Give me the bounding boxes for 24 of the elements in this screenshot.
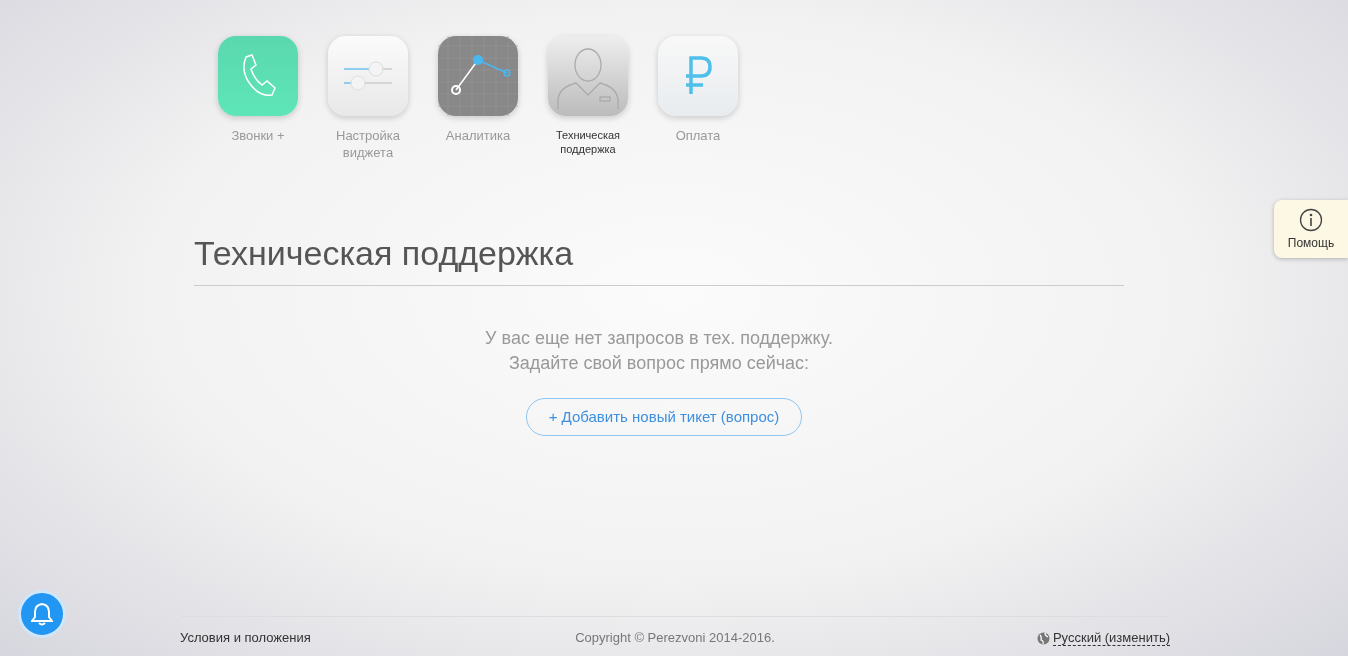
nav-label[interactable]: Звонки + [218, 128, 298, 145]
sliders-icon [342, 59, 394, 93]
nav-tile[interactable] [218, 36, 298, 116]
nav-label[interactable]: Техническая поддержка [553, 128, 623, 157]
terms-link[interactable]: Условия и положения [180, 630, 311, 646]
nav-tile[interactable] [548, 36, 628, 116]
page-title: Техническая поддержка [194, 233, 1124, 286]
bell-icon [31, 602, 53, 626]
ruble-icon [683, 56, 713, 96]
help-label: Помощь [1287, 236, 1335, 250]
nav-tile[interactable] [438, 36, 518, 116]
info-icon [1299, 208, 1323, 232]
nav-label[interactable]: Настройка виджета [328, 128, 408, 162]
nav-tile[interactable] [328, 36, 408, 116]
line-graph-icon [438, 36, 518, 116]
nav-label[interactable]: Аналитика [438, 128, 518, 145]
globe-icon [1036, 631, 1050, 645]
language-link[interactable]: Русский (изменить) [1052, 630, 1170, 646]
nav-tile[interactable] [658, 36, 738, 116]
help-tab[interactable]: Помощь [1274, 200, 1348, 258]
nav-label[interactable]: Оплата [658, 128, 738, 145]
empty-message: У вас еще нет запросов в тех. поддержку. Задайте свой вопрос прямо сейчас: [485, 326, 833, 375]
notification-button[interactable] [18, 590, 66, 638]
copyright-text: Copyright © Perezvoni 2014-2016. [575, 630, 775, 646]
